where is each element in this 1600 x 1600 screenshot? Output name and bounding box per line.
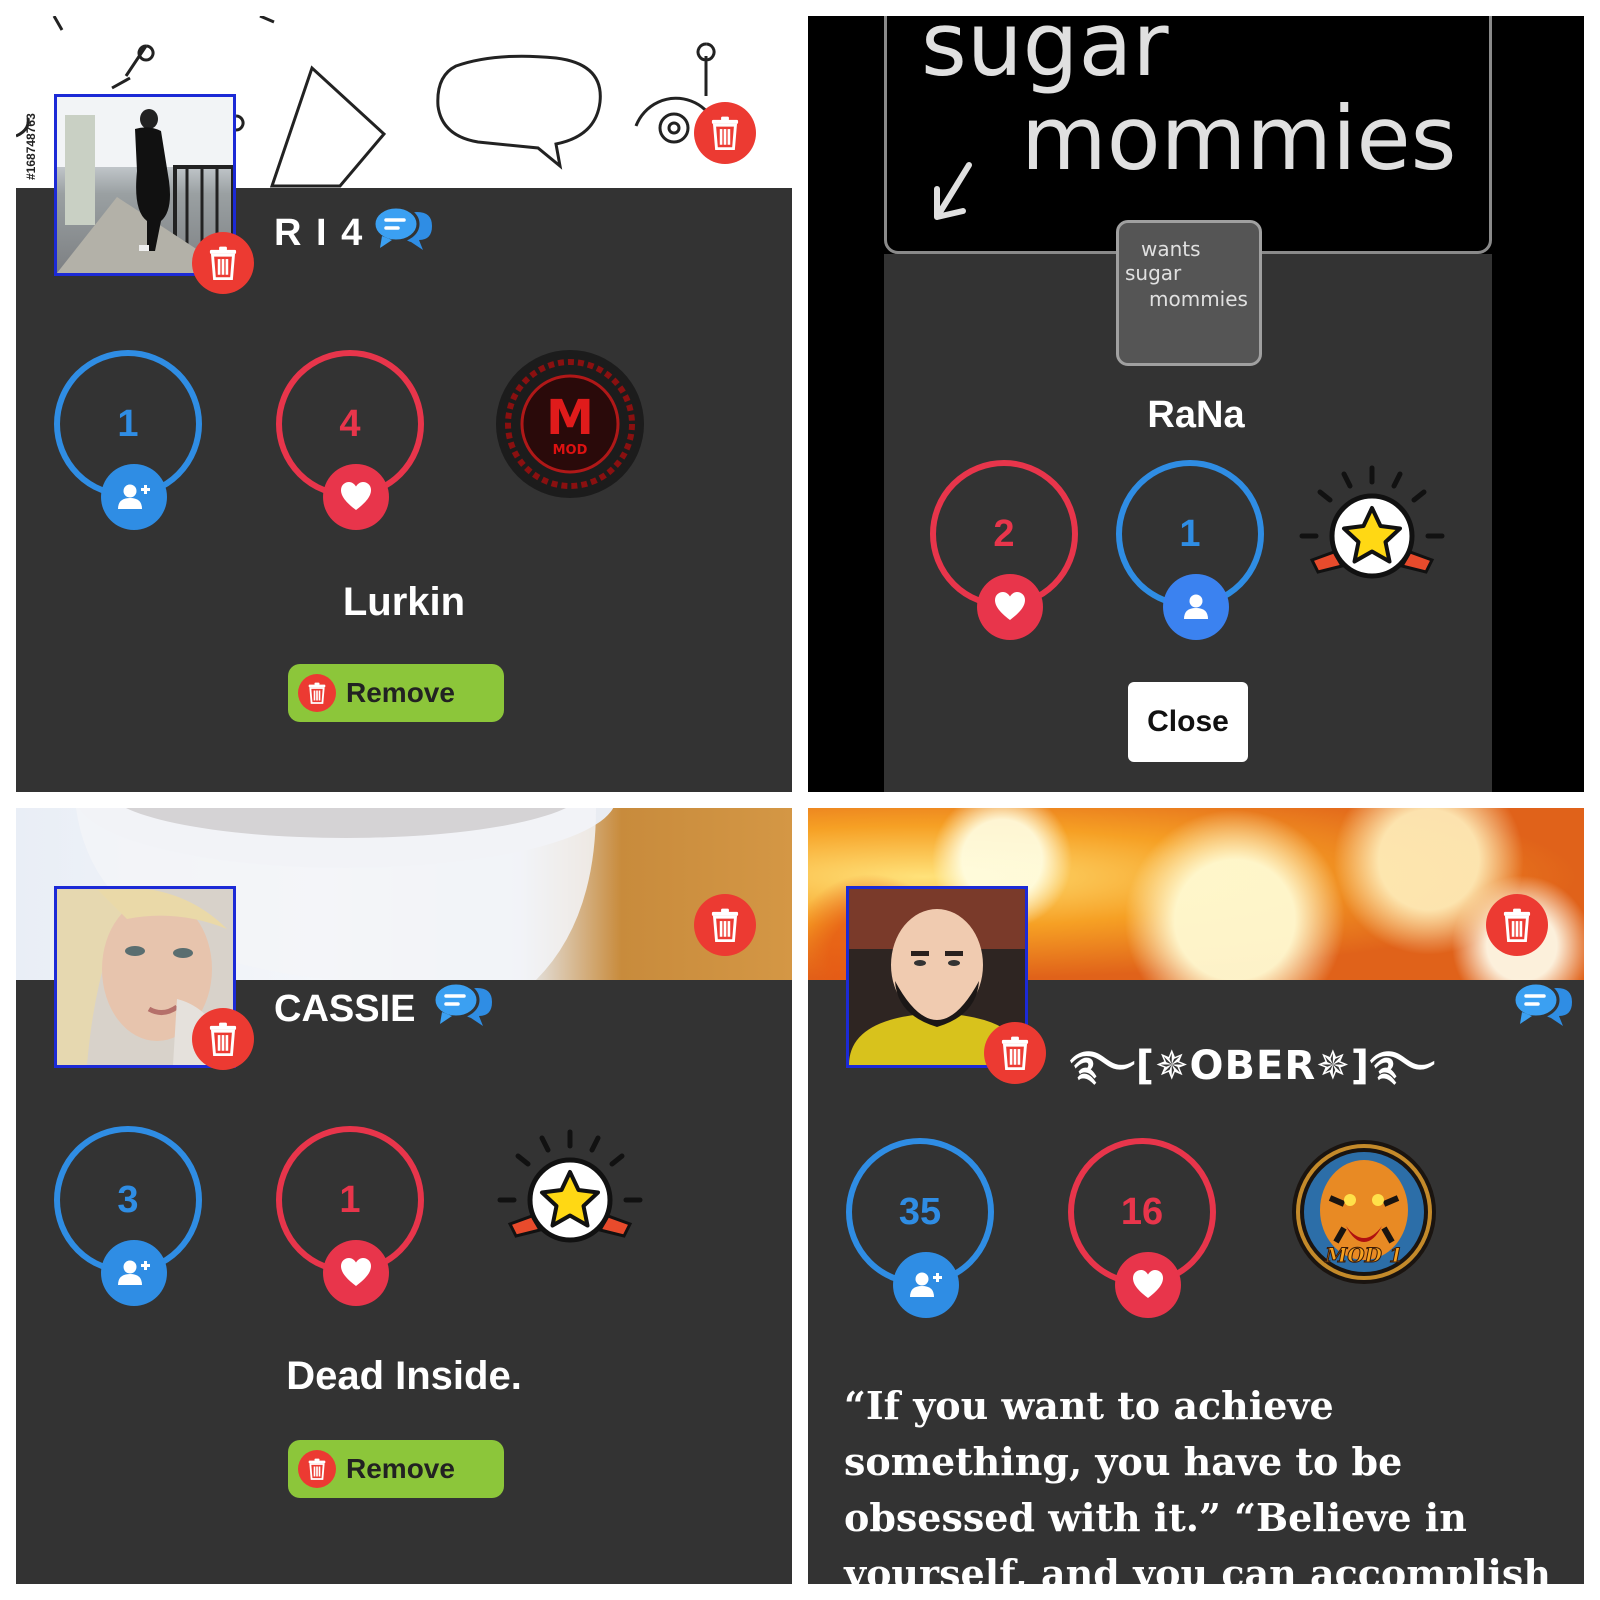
- remove-button[interactable]: Remove: [288, 1440, 504, 1498]
- likes-counter[interactable]: 16: [1068, 1138, 1216, 1318]
- followers-counter[interactable]: 1: [1116, 460, 1264, 640]
- chat-icon[interactable]: [1512, 980, 1572, 1034]
- trash-icon: [709, 908, 741, 942]
- status-text: Dead Inside.: [286, 1354, 522, 1398]
- trash-icon: [298, 674, 336, 712]
- bio-line-1: sugar: [921, 16, 1169, 96]
- delete-avatar-button[interactable]: [984, 1022, 1046, 1084]
- badge-label: MOD: [553, 443, 588, 458]
- profile-card-ober: ࿐[✵OBER✵]࿐ 35 16 MOD 1 “If you want to a…: [808, 808, 1584, 1584]
- add-user-icon[interactable]: [893, 1252, 959, 1318]
- thumb-line-2: sugar: [1125, 261, 1182, 285]
- thumb-line-1: wants: [1141, 237, 1201, 261]
- chat-icon[interactable]: [432, 980, 492, 1034]
- remove-label: Remove: [346, 1453, 455, 1484]
- likes-count: 4: [339, 402, 361, 445]
- user-icon[interactable]: [1163, 574, 1229, 640]
- bio-quote: “If you want to achieve something, you h…: [844, 1383, 1551, 1584]
- trash-icon: [999, 1036, 1031, 1070]
- delete-cover-button[interactable]: [694, 894, 756, 956]
- mod-badge-icon: MOD 1: [1292, 1140, 1436, 1284]
- likes-count: 2: [993, 512, 1015, 555]
- followers-count: 3: [117, 1178, 139, 1221]
- arrow-icon: [934, 162, 972, 220]
- add-user-icon[interactable]: [101, 464, 167, 530]
- trash-icon: [1501, 908, 1533, 942]
- heart-icon[interactable]: [323, 464, 389, 530]
- profile-card-rana: sugar mommies wants sugar mommies RaNa 2…: [808, 16, 1584, 792]
- delete-avatar-button[interactable]: [192, 232, 254, 294]
- chat-icon[interactable]: [372, 204, 432, 258]
- badge-label: MOD 1: [1324, 1243, 1403, 1267]
- likes-counter[interactable]: 4: [276, 350, 424, 530]
- remove-label: Remove: [346, 677, 455, 708]
- trash-icon: [207, 246, 239, 280]
- likes-counter[interactable]: 2: [930, 460, 1078, 640]
- bio-board: sugar mommies: [884, 16, 1492, 254]
- delete-cover-button[interactable]: [694, 102, 756, 164]
- profile-card-cassie: CASSIE 3 1 Dead Inside. Remove: [16, 808, 792, 1584]
- status-text: Lurkin: [342, 580, 466, 624]
- followers-count: 1: [1179, 512, 1201, 555]
- heart-icon[interactable]: [323, 1240, 389, 1306]
- trash-icon: [298, 1450, 336, 1488]
- star-badge-icon: [496, 1126, 644, 1274]
- likes-count: 1: [339, 1178, 361, 1221]
- trash-icon: [709, 116, 741, 150]
- delete-cover-button[interactable]: [1486, 894, 1548, 956]
- likes-count: 16: [1120, 1190, 1164, 1233]
- delete-avatar-button[interactable]: [192, 1008, 254, 1070]
- bio-line-2: mommies: [1021, 87, 1457, 190]
- trash-icon: [207, 1022, 239, 1056]
- followers-count: 1: [117, 402, 139, 445]
- bio-thumbnail[interactable]: wants sugar mommies: [1116, 220, 1262, 366]
- followers-counter[interactable]: 35: [846, 1138, 994, 1318]
- cover-watermark: #168748763: [24, 113, 38, 180]
- close-button[interactable]: Close: [1128, 682, 1248, 762]
- heart-icon[interactable]: [977, 574, 1043, 640]
- followers-counter[interactable]: 3: [54, 1126, 202, 1306]
- thumb-line-3: mommies: [1149, 287, 1248, 311]
- username: ࿐[✵OBER✵]࿐: [1070, 1043, 1436, 1089]
- likes-counter[interactable]: 1: [276, 1126, 424, 1306]
- mod-badge-icon: M MOD: [496, 350, 644, 498]
- star-badge-icon: [1298, 462, 1446, 610]
- svg-text:M: M: [546, 390, 594, 446]
- followers-counter[interactable]: 1: [54, 350, 202, 530]
- username: CASSIE: [274, 988, 416, 1030]
- followers-count: 35: [898, 1190, 942, 1233]
- profile-card-ri4: #168748763 R I 4 1 4 M MOD Lurkin Remove: [16, 16, 792, 792]
- username: R I 4: [274, 212, 365, 254]
- remove-button[interactable]: Remove: [288, 664, 504, 722]
- heart-icon[interactable]: [1115, 1252, 1181, 1318]
- username: RaNa: [1147, 394, 1245, 436]
- add-user-icon[interactable]: [101, 1240, 167, 1306]
